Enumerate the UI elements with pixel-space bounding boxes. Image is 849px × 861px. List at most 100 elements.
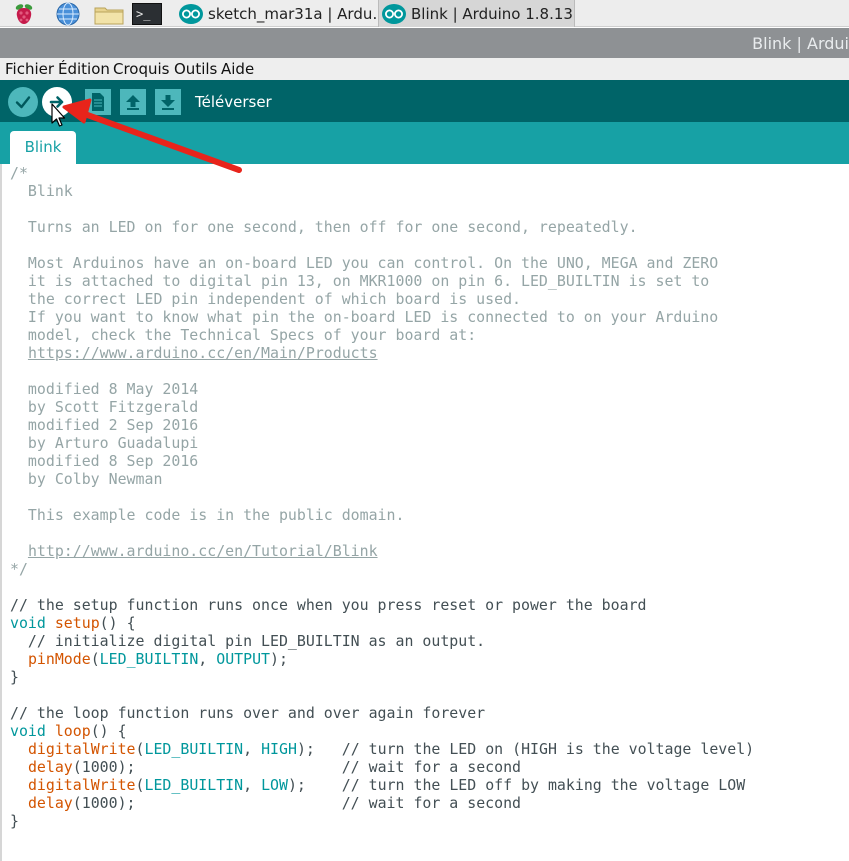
code-constant: LED_BUILTIN xyxy=(144,776,244,794)
code-line: model, check the Technical Specs of your… xyxy=(10,326,477,344)
code-text: , xyxy=(198,650,217,668)
code-line: modified 8 May 2014 xyxy=(10,380,199,398)
code-function: loop xyxy=(54,722,91,740)
code-line: This example code is in the public domai… xyxy=(10,506,405,524)
code-constant: HIGH xyxy=(261,740,297,758)
code-function: digitalWrite xyxy=(27,776,136,794)
products-link[interactable]: https://www.arduino.cc/en/Main/Products xyxy=(28,344,378,362)
code-text: ( xyxy=(90,650,100,668)
new-sketch-button[interactable] xyxy=(85,89,111,115)
code-function: pinMode xyxy=(27,650,91,668)
arduino-icon xyxy=(179,3,203,24)
code-function: delay xyxy=(27,794,73,812)
code-line: /* xyxy=(10,164,28,182)
code-text: ( xyxy=(135,740,145,758)
code-line: If you want to know what pin the on-boar… xyxy=(10,308,719,326)
menu-edition[interactable]: Édition xyxy=(58,60,110,78)
code-text: ); xyxy=(296,740,342,758)
code-line: Turns an LED on for one second, then off… xyxy=(10,218,638,236)
open-sketch-button[interactable] xyxy=(120,89,146,115)
code-constant: LED_BUILTIN xyxy=(99,650,199,668)
code-line: } xyxy=(10,668,19,686)
menu-outils[interactable]: Outils xyxy=(174,60,217,78)
code-comment: // wait for a second xyxy=(341,794,522,812)
menu-croquis[interactable]: Croquis xyxy=(113,60,170,78)
code-line: modified 8 Sep 2016 xyxy=(10,452,199,470)
code-comment: // wait for a second xyxy=(341,758,522,776)
code-text: , xyxy=(243,740,262,758)
code-text: ); xyxy=(287,776,342,794)
code-comment: // the setup function runs once when you… xyxy=(10,596,647,614)
tab-strip: Blink xyxy=(0,122,849,164)
code-text: (1000); xyxy=(72,794,342,812)
code-line: digitalWrite(LED_BUILTIN, LOW); // turn … xyxy=(10,776,745,794)
task-sketch[interactable]: sketch_mar31a | Ardu… xyxy=(176,0,376,27)
globe-icon[interactable] xyxy=(54,1,82,26)
arrow-down-icon xyxy=(161,95,175,110)
window-title: Blink | Ardui xyxy=(752,34,849,53)
code-line: http://www.arduino.cc/en/Tutorial/Blink xyxy=(10,542,378,560)
menubar: Fichier Édition Croquis Outils Aide xyxy=(0,58,849,80)
code-text: () { xyxy=(90,722,127,740)
code-line: the correct LED pin independent of which… xyxy=(10,290,522,308)
toolbar: Téléverser xyxy=(0,80,849,122)
verify-button[interactable] xyxy=(8,87,38,117)
code-line: // initialize digital pin LED_BUILTIN as… xyxy=(10,632,486,650)
code-line: void loop() { xyxy=(10,722,127,740)
code-line: pinMode(LED_BUILTIN, OUTPUT); xyxy=(10,650,288,668)
task-label: Blink | Arduino 1.8.13 xyxy=(411,4,573,23)
code-line: */ xyxy=(10,560,28,578)
save-sketch-button[interactable] xyxy=(155,89,181,115)
code-constant: LOW xyxy=(261,776,288,794)
code-line: // the setup function runs once when you… xyxy=(10,596,647,614)
code-constant: LED_BUILTIN xyxy=(144,740,244,758)
code-editor[interactable]: /* Blink Turns an LED on for one second,… xyxy=(0,164,849,861)
arrow-right-icon xyxy=(49,96,64,108)
code-line: void setup() { xyxy=(10,614,136,632)
code-text: (1000); xyxy=(72,758,342,776)
raspberry-icon[interactable] xyxy=(10,1,38,26)
upload-button[interactable] xyxy=(42,87,72,117)
code-keyword: void xyxy=(10,614,46,632)
arduino-icon xyxy=(382,3,406,24)
code-keyword: void xyxy=(10,722,46,740)
code-line: by Arturo Guadalupi xyxy=(10,434,199,452)
code-function: digitalWrite xyxy=(27,740,136,758)
code-comment: // turn the LED off by making the voltag… xyxy=(341,776,746,794)
code-line: } xyxy=(10,812,19,830)
code-line: by Scott Fitzgerald xyxy=(10,398,199,416)
code-function: delay xyxy=(27,758,73,776)
code-function: setup xyxy=(54,614,100,632)
code-line: // the loop function runs over and over … xyxy=(10,704,486,722)
code-comment: // turn the LED on (HIGH is the voltage … xyxy=(341,740,755,758)
task-blink[interactable]: Blink | Arduino 1.8.13 xyxy=(378,0,575,27)
toolbar-hover-label: Téléverser xyxy=(195,93,272,111)
checkmark-icon xyxy=(15,96,31,109)
menu-aide[interactable]: Aide xyxy=(221,60,254,78)
code-line: digitalWrite(LED_BUILTIN, HIGH); // turn… xyxy=(10,740,754,758)
terminal-icon[interactable]: >_ xyxy=(131,1,163,26)
code-line: delay(1000); // wait for a second xyxy=(10,758,521,776)
tutorial-link[interactable]: http://www.arduino.cc/en/Tutorial/Blink xyxy=(28,542,378,560)
window-titlebar[interactable]: Blink | Ardui xyxy=(0,28,849,58)
code-line: by Colby Newman xyxy=(10,470,163,488)
code-line: Blink xyxy=(10,182,73,200)
folder-icon[interactable] xyxy=(92,1,126,26)
code-text: ( xyxy=(135,776,145,794)
arrow-up-icon xyxy=(126,95,140,110)
tab-blink[interactable]: Blink xyxy=(10,131,76,164)
code-line: delay(1000); // wait for a second xyxy=(10,794,521,812)
code-text: () { xyxy=(99,614,136,632)
task-label: sketch_mar31a | Ardu… xyxy=(208,4,376,23)
code-constant: OUTPUT xyxy=(216,650,271,668)
menu-fichier[interactable]: Fichier xyxy=(5,60,54,78)
code-text: ); xyxy=(270,650,288,668)
code-line: modified 2 Sep 2016 xyxy=(10,416,199,434)
code-line: Most Arduinos have an on-board LED you c… xyxy=(10,254,719,272)
